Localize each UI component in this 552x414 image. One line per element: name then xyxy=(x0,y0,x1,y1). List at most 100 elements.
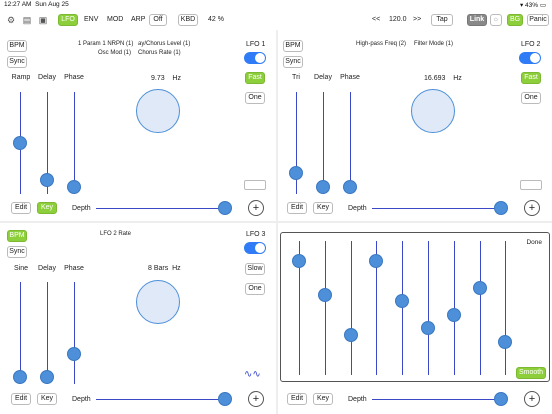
lfo3-col-phase: Phase xyxy=(64,265,84,272)
lfo2-bpm-button[interactable]: BPM xyxy=(283,40,303,52)
step-slider-1[interactable] xyxy=(292,254,306,269)
step-slider-2[interactable] xyxy=(317,287,332,302)
lfo3-slow-button[interactable]: Slow xyxy=(245,263,265,275)
smooth-button[interactable]: Smooth xyxy=(516,367,546,379)
lfo1-key-button[interactable]: Key xyxy=(37,202,57,214)
lfo1-depth-slider[interactable] xyxy=(218,201,232,215)
step-slider-6[interactable] xyxy=(421,321,435,336)
lfo1-dest2: Osc Mod (1) xyxy=(98,50,132,56)
lfo2-key-button[interactable]: Key xyxy=(313,202,333,214)
lfo2-dest1: High-pass Freq (2) xyxy=(356,41,407,47)
lfo1-one-button[interactable]: One xyxy=(245,92,265,104)
lfo1-dest4: Chorus Rate (1) xyxy=(138,50,181,56)
lfo2-add-button[interactable]: + xyxy=(524,200,540,216)
tab-mod[interactable]: MOD xyxy=(107,16,123,23)
lfo1-rate-readout: 9.73 Hz xyxy=(151,75,181,82)
tempo-readout[interactable]: 120.0 xyxy=(389,16,407,23)
tap-button[interactable]: Tap xyxy=(431,14,453,26)
lfo2-tri-slider[interactable] xyxy=(289,166,303,180)
lfo2-one-button[interactable]: One xyxy=(521,92,541,104)
save-icon[interactable]: ▣ xyxy=(37,14,49,26)
lfo3-title: LFO 3 xyxy=(246,231,266,238)
lfo4-key-button[interactable]: Key xyxy=(313,393,333,405)
arp-off-button[interactable]: Off xyxy=(149,14,167,26)
lfo2-delay-track xyxy=(323,92,324,194)
lfo3-key-button[interactable]: Key xyxy=(37,393,57,405)
lfo3-add-button[interactable]: + xyxy=(248,391,264,407)
lfo2-rate-dial[interactable] xyxy=(411,89,455,133)
lfo3-bpm-button[interactable]: BPM xyxy=(7,230,27,242)
lfo3-sync-button[interactable]: Sync xyxy=(7,246,27,258)
lfo2-depth-track xyxy=(372,208,502,209)
step-slider-8[interactable] xyxy=(472,280,487,295)
lfo2-fast-button[interactable]: Fast xyxy=(521,72,541,84)
lfo2-delay-slider[interactable] xyxy=(316,180,330,194)
lfo2-depth-label: Depth xyxy=(348,205,367,212)
step-track xyxy=(350,241,352,375)
bg-button[interactable]: BG xyxy=(507,14,523,26)
lfo4-depth-slider[interactable] xyxy=(494,392,508,406)
tab-env[interactable]: ENV xyxy=(84,16,98,23)
lfo3-delay-slider[interactable] xyxy=(40,370,54,384)
step-slider-3[interactable] xyxy=(343,327,358,342)
lfo1-ramp-slider[interactable] xyxy=(13,136,27,150)
lfo1-dest3: ay/Chorus Level (1) xyxy=(138,41,191,47)
tab-arp[interactable]: ARP xyxy=(131,16,145,23)
step-editor-overlay[interactable]: Done Smooth xyxy=(280,232,550,382)
tab-kbd[interactable]: KBD xyxy=(178,14,198,26)
lfo2-phase-slider[interactable] xyxy=(343,180,357,194)
lfo4-add-button[interactable]: + xyxy=(524,391,540,407)
lfo1-fast-button[interactable]: Fast xyxy=(245,72,265,84)
toolbar: ⚙ ▤ ▣ LFO ENV MOD ARP Off KBD 42 % << 12… xyxy=(0,10,552,30)
panic-button[interactable]: Panic xyxy=(527,14,549,26)
lfo1-toggle[interactable] xyxy=(244,52,266,64)
lfo4-depth-label: Depth xyxy=(348,396,367,403)
step-slider-7[interactable] xyxy=(446,307,461,322)
lfo2-toggle[interactable] xyxy=(519,52,541,64)
lfo2-col-phase: Phase xyxy=(340,74,360,81)
lfo1-sync-button[interactable]: Sync xyxy=(7,56,27,68)
lfo3-delay-track xyxy=(47,282,48,384)
lfo2-edit-button[interactable]: Edit xyxy=(287,202,307,214)
lfo1-edit-button[interactable]: Edit xyxy=(11,202,31,214)
lfo1-depth-label: Depth xyxy=(72,205,91,212)
lfo1-add-button[interactable]: + xyxy=(248,200,264,216)
lfo2-tri-wave-icon[interactable] xyxy=(520,180,542,190)
lfo1-delay-slider[interactable] xyxy=(40,173,54,187)
link-button[interactable]: Link xyxy=(467,14,487,26)
lfo1-depth-track xyxy=(96,208,226,209)
lfo3-toggle[interactable] xyxy=(244,242,266,254)
lfo1-dest1: 1 Param 1 NRPN (1) xyxy=(78,41,134,47)
done-button[interactable]: Done xyxy=(526,239,542,246)
lfo3-phase-track xyxy=(74,282,75,384)
next-button[interactable]: >> xyxy=(413,16,421,23)
lfo2-dest2: Filter Mode (1) xyxy=(414,41,454,47)
prev-button[interactable]: << xyxy=(372,16,380,23)
panel-divider-v xyxy=(276,30,278,414)
step-track xyxy=(479,241,481,375)
lfo2-depth-slider[interactable] xyxy=(494,201,508,215)
lfo4-edit-button[interactable]: Edit xyxy=(287,393,307,405)
tab-lfo[interactable]: LFO xyxy=(58,14,78,26)
lfo3-depth-slider[interactable] xyxy=(218,392,232,406)
lfo3-depth-track xyxy=(96,399,226,400)
lfo3-sine-slider[interactable] xyxy=(13,370,27,384)
sun-icon[interactable]: ☼ xyxy=(490,14,502,26)
lfo3-one-button[interactable]: One xyxy=(245,283,265,295)
lfo3-rate-dial[interactable] xyxy=(136,280,180,324)
lfo1-ramp-wave-icon[interactable] xyxy=(244,180,266,190)
lfo1-col-phase: Phase xyxy=(64,74,84,81)
gear-icon[interactable]: ⚙ xyxy=(5,14,17,26)
lfo3-phase-slider[interactable] xyxy=(67,347,81,361)
lfo1-rate-dial[interactable] xyxy=(136,89,180,133)
lfo2-sync-button[interactable]: Sync xyxy=(283,56,303,68)
lfo1-phase-slider[interactable] xyxy=(67,180,81,194)
lfo3-sine-wave-icon[interactable]: ∿∿ xyxy=(244,370,266,380)
lfo1-bpm-button[interactable]: BPM xyxy=(7,40,27,52)
notes-icon[interactable]: ▤ xyxy=(21,14,33,26)
step-slider-4[interactable] xyxy=(369,254,384,269)
step-slider-5[interactable] xyxy=(395,294,410,309)
percent-readout: 42 % xyxy=(208,16,224,23)
lfo3-edit-button[interactable]: Edit xyxy=(11,393,31,405)
step-slider-9[interactable] xyxy=(498,334,513,349)
